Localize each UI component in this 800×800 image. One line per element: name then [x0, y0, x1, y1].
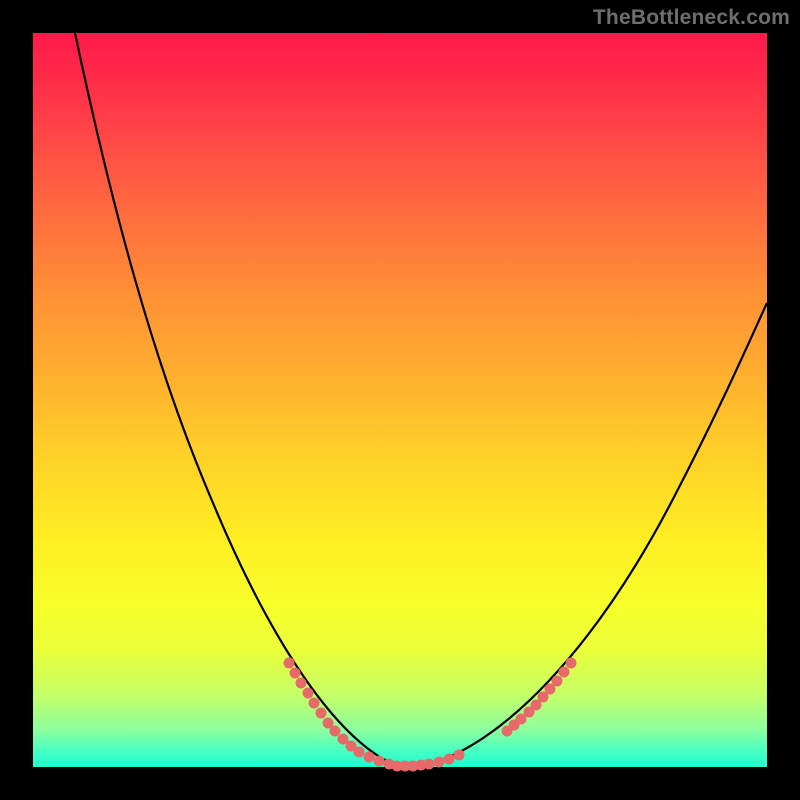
curve-dot	[559, 667, 570, 678]
curve-dot	[454, 750, 465, 761]
curve-dot	[364, 752, 375, 763]
watermark-label: TheBottleneck.com	[593, 6, 790, 30]
curve-dot	[284, 658, 295, 669]
curve-layer	[33, 33, 767, 767]
plot-area	[33, 33, 767, 767]
dot-group-right	[502, 658, 577, 737]
curve-dot	[374, 756, 385, 767]
curve-dot	[303, 688, 314, 699]
curve-dot	[566, 658, 577, 669]
chart-frame: TheBottleneck.com	[0, 0, 800, 800]
curve-dot	[316, 708, 327, 719]
curve-dot	[354, 747, 365, 758]
curve-dot	[552, 676, 563, 687]
curve-dot	[424, 759, 435, 770]
curve-dot	[444, 754, 455, 765]
curve-dot	[330, 726, 341, 737]
bottleneck-curve	[75, 33, 767, 766]
curve-dot	[434, 757, 445, 768]
curve-dot	[290, 668, 301, 679]
curve-dot	[296, 678, 307, 689]
curve-dot	[309, 698, 320, 709]
dot-group-floor	[384, 750, 465, 772]
